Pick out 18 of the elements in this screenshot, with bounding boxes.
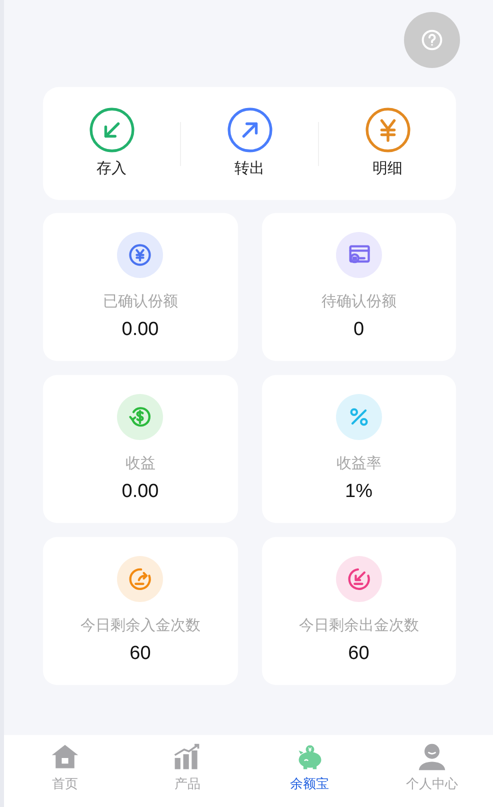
stat-label: 收益	[125, 454, 156, 474]
action-button[interactable]: 明细	[319, 106, 456, 180]
stat-label: 收益率	[336, 454, 382, 474]
stat-value: 0.00	[122, 318, 159, 342]
stat-label: 今日剩余出金次数	[298, 616, 419, 636]
action-button[interactable]: 存入	[43, 106, 180, 180]
stat-value: 60	[130, 642, 151, 666]
stat-label: 今日剩余入金次数	[80, 616, 200, 636]
action-button[interactable]: 转出	[181, 106, 318, 180]
person-icon	[416, 742, 447, 772]
stat-label: 已确认份额	[102, 292, 178, 312]
stat-value: 60	[348, 642, 370, 666]
stat-value: 1%	[345, 480, 372, 504]
stat-value: 0.00	[122, 480, 159, 504]
stat-value: 0	[353, 318, 364, 342]
stat-label: 待确认份额	[321, 292, 396, 312]
help-icon	[421, 29, 443, 51]
nav-tab[interactable]: 余额宝	[248, 735, 371, 807]
